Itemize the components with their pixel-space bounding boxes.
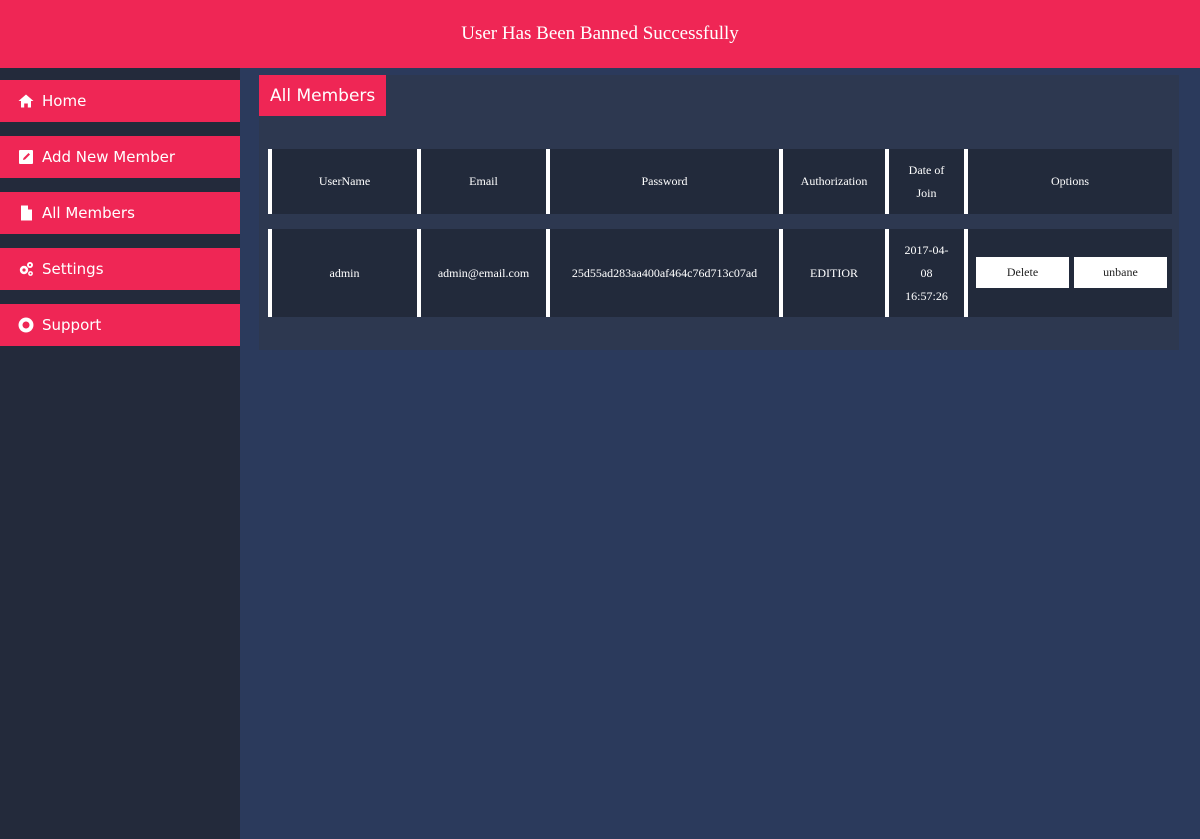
cell-authorization: EDITIOR xyxy=(783,229,885,317)
header-authorization: Authorization xyxy=(783,149,885,214)
sidebar: Home Add New Member All Members Settings… xyxy=(0,68,240,839)
sidebar-item-settings[interactable]: Settings xyxy=(0,248,240,290)
date-line: 16:57:26 xyxy=(905,288,948,303)
sidebar-item-label: Settings xyxy=(42,260,104,278)
home-icon xyxy=(17,92,35,110)
date-line: 2017-04- xyxy=(904,242,949,257)
cell-password: 25d55ad283aa400af464c76d713c07ad xyxy=(550,229,779,317)
panel-title: All Members xyxy=(259,75,387,116)
gears-icon xyxy=(17,260,35,278)
header-username: UserName xyxy=(272,149,417,214)
header-password: Password xyxy=(550,149,779,214)
sidebar-item-add-new-member[interactable]: Add New Member xyxy=(0,136,240,178)
status-banner: User Has Been Banned Successfully xyxy=(0,0,1200,68)
header-date-line: Date of xyxy=(908,162,945,177)
cell-email: admin@email.com xyxy=(421,229,546,317)
banner-message: User Has Been Banned Successfully xyxy=(461,23,739,44)
sidebar-item-all-members[interactable]: All Members xyxy=(0,192,240,234)
sidebar-item-support[interactable]: Support xyxy=(0,304,240,346)
sidebar-item-label: All Members xyxy=(42,204,135,222)
cell-date-of-join: 2017-04- 08 16:57:26 xyxy=(889,229,964,317)
date-line: 08 xyxy=(920,265,933,280)
life-ring-icon xyxy=(17,316,35,334)
header-date-of-join: Date of Join xyxy=(889,149,964,214)
header-date-line: Join xyxy=(916,185,937,200)
unban-button[interactable]: unbane xyxy=(1074,257,1167,288)
sidebar-item-label: Support xyxy=(42,316,102,334)
sidebar-item-label: Home xyxy=(42,92,87,110)
delete-button[interactable]: Delete xyxy=(976,257,1069,288)
edit-icon xyxy=(17,148,35,166)
header-options: Options xyxy=(968,149,1172,214)
sidebar-item-label: Add New Member xyxy=(42,148,175,166)
file-icon xyxy=(17,204,35,222)
cell-username: admin xyxy=(272,229,417,317)
sidebar-item-home[interactable]: Home xyxy=(0,80,240,122)
header-email: Email xyxy=(421,149,546,214)
